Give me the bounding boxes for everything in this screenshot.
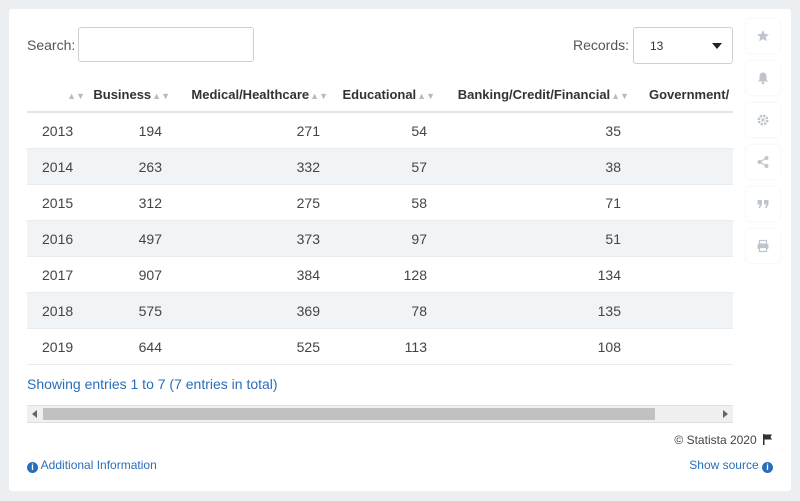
- value-cell: 78: [332, 292, 439, 329]
- column-header-business[interactable]: Business▲▼: [89, 78, 174, 113]
- value-cell: 384: [174, 256, 332, 293]
- sort-icon: ▲▼: [310, 91, 328, 101]
- records-label: Records:: [573, 37, 630, 53]
- value-cell: 128: [332, 256, 439, 293]
- value-cell: [633, 148, 733, 185]
- copyright: © Statista 2020: [674, 433, 773, 447]
- table-row: 2015 312 275 58 71: [27, 184, 733, 221]
- value-cell: 575: [89, 292, 174, 329]
- year-cell: 2013: [27, 112, 89, 149]
- gear-icon: [757, 114, 769, 126]
- records-select[interactable]: 13: [633, 27, 733, 64]
- value-cell: [633, 220, 733, 257]
- table-row: 2014 263 332 57 38: [27, 148, 733, 185]
- value-cell: 275: [174, 184, 332, 221]
- search-label: Search:: [27, 37, 76, 53]
- data-table-wrapper: ▲▼ Business▲▼ Medical/Healthcare▲▼ Educa…: [27, 78, 733, 408]
- table-row: 2017 907 384 128 134: [27, 256, 733, 293]
- value-cell: 134: [439, 256, 633, 293]
- value-cell: 38: [439, 148, 633, 185]
- star-icon: [757, 30, 769, 42]
- year-cell: 2014: [27, 148, 89, 185]
- column-header-year[interactable]: ▲▼: [27, 78, 89, 113]
- favorite-button[interactable]: [746, 19, 780, 53]
- flag-icon[interactable]: [763, 434, 773, 445]
- share-button[interactable]: [746, 145, 780, 179]
- value-cell: 35: [439, 112, 633, 149]
- value-cell: 71: [439, 184, 633, 221]
- value-cell: 271: [174, 112, 332, 149]
- bell-icon: [758, 72, 768, 85]
- column-header-medical[interactable]: Medical/Healthcare▲▼: [174, 78, 332, 113]
- value-cell: 369: [174, 292, 332, 329]
- value-cell: 373: [174, 220, 332, 257]
- year-cell: 2017: [27, 256, 89, 293]
- value-cell: 644: [89, 328, 174, 365]
- sort-icon: ▲▼: [417, 91, 435, 101]
- print-button[interactable]: [746, 229, 780, 263]
- sort-icon: ▲▼: [152, 91, 170, 101]
- value-cell: 97: [332, 220, 439, 257]
- value-cell: 194: [89, 112, 174, 149]
- notification-button[interactable]: [746, 61, 780, 95]
- value-cell: [633, 328, 733, 365]
- value-cell: 58: [332, 184, 439, 221]
- show-source-label: Show source: [689, 458, 759, 472]
- horizontal-scrollbar[interactable]: [27, 405, 733, 423]
- additional-information-link[interactable]: i Additional Information: [27, 458, 157, 473]
- sort-icon: ▲▼: [611, 91, 629, 101]
- statistic-card: Search: Records: 13 ▲▼ Business▲▼ Medica…: [9, 9, 791, 491]
- scroll-left-icon[interactable]: [32, 410, 37, 418]
- value-cell: 51: [439, 220, 633, 257]
- value-cell: 332: [174, 148, 332, 185]
- chevron-down-icon: [712, 43, 722, 49]
- value-cell: [633, 256, 733, 293]
- table-row: 2019 644 525 113 108: [27, 328, 733, 365]
- column-header-government[interactable]: Government/: [633, 78, 733, 113]
- quote-icon: [757, 200, 769, 208]
- value-cell: [633, 112, 733, 149]
- info-icon: i: [762, 462, 773, 473]
- value-cell: [633, 292, 733, 329]
- settings-button[interactable]: [746, 103, 780, 137]
- value-cell: 135: [439, 292, 633, 329]
- value-cell: 263: [89, 148, 174, 185]
- additional-information-label: Additional Information: [40, 458, 157, 472]
- value-cell: [633, 184, 733, 221]
- value-cell: 907: [89, 256, 174, 293]
- search-input[interactable]: [78, 27, 254, 62]
- year-cell: 2015: [27, 184, 89, 221]
- value-cell: 312: [89, 184, 174, 221]
- table-row: 2016 497 373 97 51: [27, 220, 733, 257]
- column-header-banking[interactable]: Banking/Credit/Financial▲▼: [439, 78, 633, 113]
- info-icon: i: [27, 462, 38, 473]
- table-header-row: ▲▼ Business▲▼ Medical/Healthcare▲▼ Educa…: [27, 78, 733, 113]
- value-cell: 108: [439, 328, 633, 365]
- sidebar-toolbar: [746, 19, 780, 271]
- value-cell: 113: [332, 328, 439, 365]
- cite-button[interactable]: [746, 187, 780, 221]
- records-value: 13: [650, 39, 664, 53]
- show-source-link[interactable]: Show source i: [689, 458, 773, 473]
- print-icon: [757, 239, 769, 253]
- sort-icon: ▲▼: [67, 91, 85, 101]
- scroll-right-icon[interactable]: [723, 410, 728, 418]
- entries-summary: Showing entries 1 to 7 (7 entries in tot…: [27, 376, 278, 392]
- year-cell: 2016: [27, 220, 89, 257]
- table-row: 2013 194 271 54 35: [27, 112, 733, 149]
- value-cell: 57: [332, 148, 439, 185]
- copyright-text: © Statista 2020: [674, 433, 757, 447]
- value-cell: 54: [332, 112, 439, 149]
- data-table: ▲▼ Business▲▼ Medical/Healthcare▲▼ Educa…: [27, 78, 733, 365]
- year-cell: 2018: [27, 292, 89, 329]
- share-icon: [757, 156, 769, 168]
- value-cell: 525: [174, 328, 332, 365]
- year-cell: 2019: [27, 328, 89, 365]
- table-row: 2018 575 369 78 135: [27, 292, 733, 329]
- column-header-educational[interactable]: Educational▲▼: [332, 78, 439, 113]
- value-cell: 497: [89, 220, 174, 257]
- scrollbar-thumb[interactable]: [43, 408, 655, 420]
